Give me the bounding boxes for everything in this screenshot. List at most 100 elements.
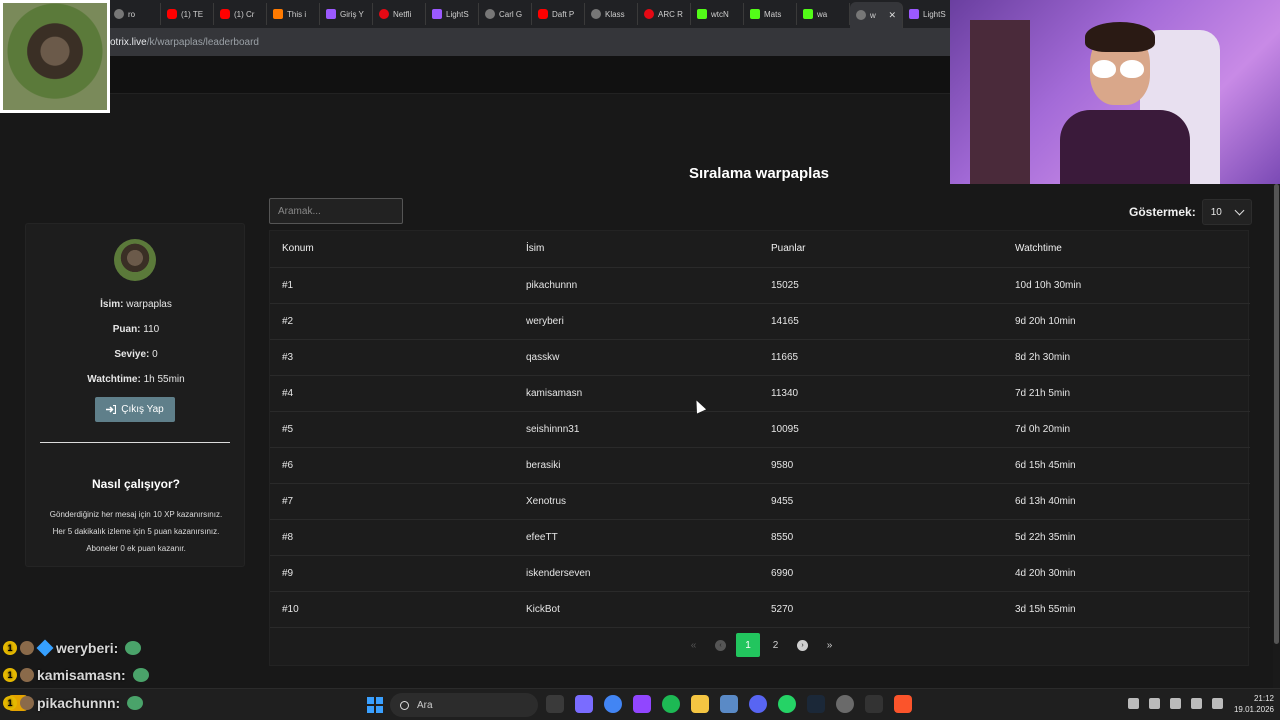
- table-row: #4 kamisamasn 11340 7d 21h 5min: [270, 375, 1250, 412]
- browser-tab[interactable]: (1) Cr: [214, 3, 267, 25]
- network-icon[interactable]: [1170, 698, 1181, 709]
- cell-name: iskenderseven: [514, 555, 759, 592]
- column-header-watchtime[interactable]: Watchtime: [1003, 231, 1250, 268]
- cell-name: KickBot: [514, 591, 759, 628]
- settings-icon[interactable]: [720, 695, 738, 713]
- close-icon[interactable]: ✕: [888, 10, 896, 21]
- profile-name: İsim: warpaplas: [100, 299, 172, 310]
- url-host: otrix.live: [110, 36, 147, 48]
- cell-name: efeeTT: [514, 519, 759, 556]
- purple-favicon-icon: [326, 9, 336, 19]
- browser-tab[interactable]: Netfli: [373, 3, 426, 25]
- twitch-icon[interactable]: [633, 695, 651, 713]
- column-header-points[interactable]: Puanlar: [759, 231, 1003, 268]
- kick-favicon-icon: [750, 9, 760, 19]
- battery-icon[interactable]: [1212, 698, 1223, 709]
- clock-date: 19.01.2026: [1233, 705, 1274, 714]
- whatsapp-icon[interactable]: [778, 695, 796, 713]
- browser-tab-bar: ro (1) TE (1) Cr This i Giriş Y Netfli LightS C…: [0, 0, 950, 28]
- browser-tab[interactable]: LightS: [426, 3, 479, 25]
- taskbar-apps: [546, 695, 912, 713]
- search-icon: [400, 700, 409, 710]
- browser-tab-label: Klass: [605, 9, 625, 19]
- last-page-button[interactable]: »: [816, 633, 843, 657]
- table-header-row: Konum İsim Puanlar Watchtime: [270, 231, 1250, 268]
- cell-rank: #4: [270, 375, 514, 412]
- page-size-select[interactable]: 10: [1201, 199, 1252, 225]
- browser-tab[interactable]: LightS: [903, 3, 950, 25]
- cell-rank: #10: [270, 591, 514, 628]
- browser-tab-label: This i: [287, 9, 307, 19]
- browser-tab[interactable]: wtcN: [691, 3, 744, 25]
- netflix-favicon-icon: [644, 9, 654, 19]
- cell-rank: #5: [270, 411, 514, 448]
- youtube-favicon-icon: [220, 9, 230, 19]
- browser-tab[interactable]: This i: [267, 3, 320, 25]
- next-page-button[interactable]: ›: [789, 633, 816, 657]
- profile-level: Seviye: 0: [114, 349, 158, 360]
- browser-tab-label: Carl G: [499, 9, 523, 19]
- volume-icon[interactable]: [1191, 698, 1202, 709]
- generic-favicon-icon: [485, 9, 495, 19]
- system-tray: [1128, 698, 1223, 709]
- kick-favicon-icon: [803, 9, 813, 19]
- youtube-favicon-icon: [167, 9, 177, 19]
- task-view-icon[interactable]: [546, 695, 564, 713]
- cell-name: berasiki: [514, 447, 759, 484]
- first-page-button[interactable]: «: [680, 633, 707, 657]
- spotify-icon[interactable]: [662, 695, 680, 713]
- chrome-icon[interactable]: [604, 695, 622, 713]
- terminal-icon[interactable]: [865, 695, 883, 713]
- brave-icon[interactable]: [894, 695, 912, 713]
- browser-tab[interactable]: ro: [108, 3, 161, 25]
- file-explorer-icon[interactable]: [691, 695, 709, 713]
- steam-icon[interactable]: [807, 695, 825, 713]
- obs-icon[interactable]: [836, 695, 854, 713]
- page-size-label: Göstermek:: [1129, 205, 1196, 219]
- divider: [40, 442, 230, 443]
- cell-watchtime: 10d 10h 30min: [1003, 267, 1250, 304]
- browser-tab-label: LightS: [446, 9, 469, 19]
- cell-points: 10095: [759, 411, 1003, 448]
- url-path: /k/warpaplas/leaderboard: [146, 36, 259, 48]
- cell-watchtime: 8d 2h 30min: [1003, 339, 1250, 376]
- microphone-icon[interactable]: [1149, 698, 1160, 709]
- search-input[interactable]: [269, 198, 403, 224]
- prev-page-button[interactable]: ‹: [707, 633, 734, 657]
- taskbar-search-label: Ara: [417, 699, 433, 711]
- browser-tab-label: (1) TE: [181, 9, 204, 19]
- browser-tab[interactable]: w ✕: [850, 2, 903, 28]
- chevron-up-icon[interactable]: [1128, 698, 1139, 709]
- browser-tab[interactable]: ARC R: [638, 3, 691, 25]
- browser-tab[interactable]: (1) TE: [161, 3, 214, 25]
- page-2-button[interactable]: 2: [762, 633, 789, 657]
- cell-watchtime: 6d 15h 45min: [1003, 447, 1250, 484]
- youtube-favicon-icon: [538, 9, 548, 19]
- cell-watchtime: 3d 15h 55min: [1003, 591, 1250, 628]
- table-row: #6 berasiki 9580 6d 15h 45min: [270, 447, 1250, 484]
- browser-tab[interactable]: Daft P: [532, 3, 585, 25]
- column-header-rank[interactable]: Konum: [270, 231, 514, 268]
- page-1-button[interactable]: 1: [736, 633, 760, 657]
- taskbar-clock[interactable]: 21:12 19.01.2026: [1224, 693, 1274, 715]
- cell-points: 14165: [759, 303, 1003, 340]
- page-scrollbar[interactable]: [1273, 184, 1280, 688]
- clock-time: 21:12: [1253, 694, 1274, 703]
- browser-tab[interactable]: Klass: [585, 3, 638, 25]
- browser-tab[interactable]: Giriş Y: [320, 3, 373, 25]
- windows-taskbar: Ara 21:12 19.01.2026: [0, 688, 1280, 720]
- taskbar-search[interactable]: Ara: [390, 693, 538, 717]
- address-bar[interactable]: otrix.live /k/warpaplas/leaderboard: [0, 28, 950, 56]
- logout-button[interactable]: Çıkış Yap: [95, 397, 175, 422]
- browser-tab[interactable]: wa: [797, 3, 850, 25]
- browser-tab[interactable]: Mats: [744, 3, 797, 25]
- logout-label: Çıkış Yap: [121, 404, 164, 415]
- how-it-works-text: Gönderdiğiniz her mesaj için 10 XP kazan…: [49, 510, 223, 553]
- column-header-name[interactable]: İsim: [514, 231, 759, 268]
- discord-icon[interactable]: [749, 695, 767, 713]
- copilot-icon[interactable]: [575, 695, 593, 713]
- cell-points: 15025: [759, 267, 1003, 304]
- cell-watchtime: 7d 0h 20min: [1003, 411, 1250, 448]
- start-button[interactable]: [367, 697, 383, 713]
- browser-tab[interactable]: Carl G: [479, 3, 532, 25]
